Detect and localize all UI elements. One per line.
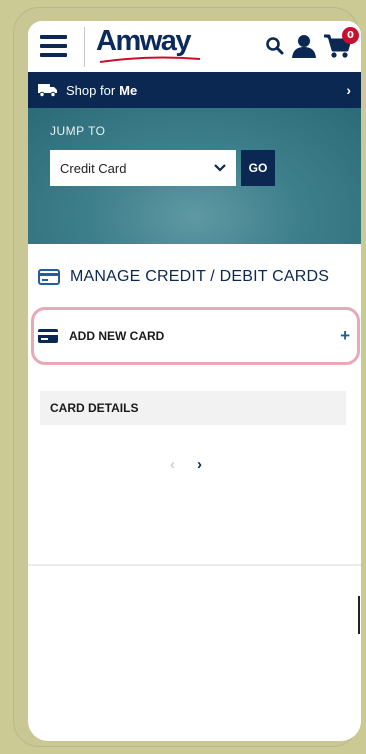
chevron-right-icon[interactable]: › — [197, 456, 202, 473]
jump-to-label: JUMP TO — [50, 124, 106, 138]
jump-to-selected-value: Credit Card — [60, 160, 127, 176]
cart-icon[interactable]: 0 — [323, 27, 359, 59]
chevron-right-icon: › — [346, 82, 351, 98]
section-divider — [28, 564, 361, 566]
chevron-down-icon — [214, 164, 226, 172]
shop-for-bar[interactable]: Shop for Me › — [28, 72, 361, 108]
top-header: Amway 0 — [28, 21, 361, 72]
add-new-card-button[interactable]: ADD NEW CARD + — [38, 314, 350, 358]
jump-to-section: JUMP TO Credit Card GO — [28, 108, 361, 244]
search-icon[interactable] — [265, 36, 285, 56]
shop-for-label: Shop for — [66, 82, 116, 98]
cart-count-badge: 0 — [342, 27, 359, 44]
menu-icon[interactable] — [40, 35, 67, 57]
chevron-left-icon[interactable]: ‹ — [170, 456, 175, 473]
card-pager: ‹ › — [170, 456, 202, 473]
manage-cards-title: MANAGE CREDIT / DEBIT CARDS — [70, 268, 330, 285]
add-new-card-label: ADD NEW CARD — [69, 329, 165, 343]
logo-swoosh-icon — [99, 56, 201, 63]
amway-logo[interactable]: Amway — [96, 25, 192, 58]
side-button-mark — [358, 596, 360, 634]
jump-to-select[interactable]: Credit Card — [50, 150, 236, 186]
shop-for-who: Me — [119, 82, 138, 98]
truck-icon — [38, 83, 58, 97]
credit-card-icon — [38, 329, 58, 343]
account-icon[interactable] — [291, 34, 317, 58]
credit-card-icon — [38, 269, 60, 285]
go-button[interactable]: GO — [241, 150, 275, 186]
app-screen: Amway 0 Shop for Me › JUMP TO Credit Car… — [28, 21, 361, 741]
manage-cards-heading: MANAGE CREDIT / DEBIT CARDS — [28, 268, 361, 286]
card-details-header: CARD DETAILS — [40, 391, 346, 425]
header-divider — [84, 27, 85, 67]
plus-icon[interactable]: + — [340, 326, 350, 346]
